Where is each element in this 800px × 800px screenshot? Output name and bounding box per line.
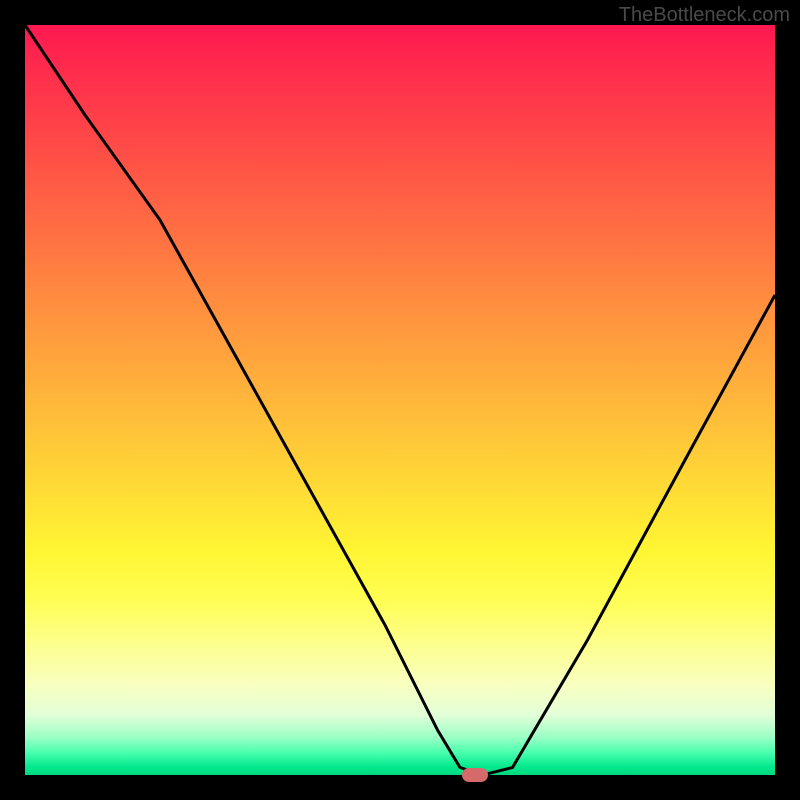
plot-area — [25, 25, 775, 775]
attribution-text: TheBottleneck.com — [619, 4, 790, 27]
bottleneck-curve — [25, 25, 775, 775]
curve-svg — [25, 25, 775, 775]
optimal-marker — [462, 768, 488, 782]
